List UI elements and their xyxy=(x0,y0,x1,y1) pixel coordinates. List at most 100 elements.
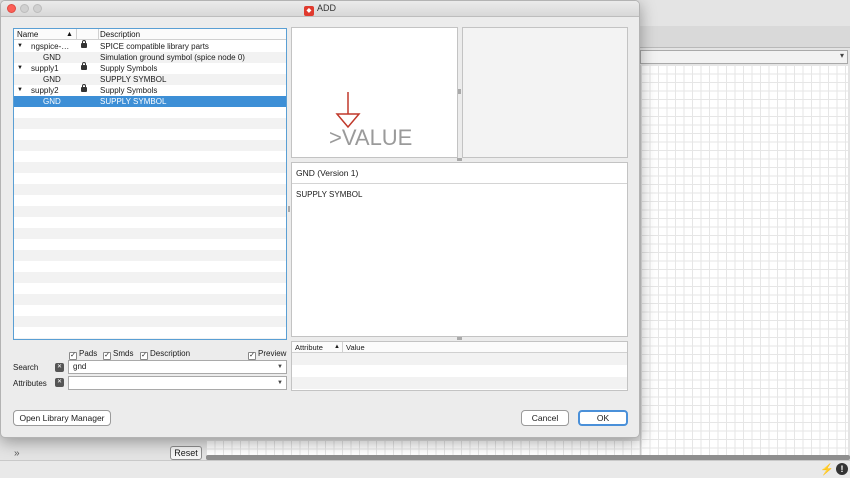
tree-row-empty xyxy=(14,195,286,206)
tree-row-name: GND xyxy=(43,97,61,106)
table-row xyxy=(292,365,627,377)
search-input-value: gnd xyxy=(73,362,87,371)
collapse-icon[interactable]: » xyxy=(14,448,20,459)
attributes-input[interactable]: ▼ xyxy=(68,376,287,390)
pads-label: Pads xyxy=(79,349,98,358)
warning-icon[interactable]: ! xyxy=(836,463,848,475)
lightning-bolt-icon[interactable]: ⚡ xyxy=(820,463,834,476)
lock-icon xyxy=(81,62,87,70)
expand-triangle-icon[interactable]: ▼ xyxy=(17,85,23,96)
column-header-description[interactable]: Description xyxy=(100,29,140,40)
description-panel: GND (Version 1) SUPPLY SYMBOL xyxy=(291,162,628,337)
tree-row-name: supply2 xyxy=(31,86,59,95)
title-bar: ◆ ADD xyxy=(1,1,639,17)
eagle-add-icon: ◆ xyxy=(303,6,314,16)
expand-triangle-icon[interactable]: ▼ xyxy=(17,41,23,52)
checkbox-checked-icon: ✓ xyxy=(69,352,77,360)
column-divider[interactable] xyxy=(342,342,343,353)
tree-row-empty xyxy=(14,129,286,140)
search-input[interactable]: gnd ▼ xyxy=(68,360,287,374)
tree-row-empty xyxy=(14,250,286,261)
chevron-down-icon: ▾ xyxy=(839,51,844,60)
reset-button[interactable]: Reset xyxy=(170,446,202,460)
clear-attributes-icon[interactable]: ✕ xyxy=(55,378,64,387)
editor-combobox[interactable]: ▾ xyxy=(640,50,848,64)
preview-checkbox[interactable]: ✓ Preview xyxy=(248,349,287,360)
lock-icon xyxy=(81,40,87,48)
table-row xyxy=(292,353,627,365)
attributes-table-header: Attribute ▲ Value xyxy=(292,342,627,353)
divider xyxy=(292,183,627,184)
symbol-preview[interactable]: >VALUE xyxy=(291,27,458,158)
device-description: SUPPLY SYMBOL xyxy=(296,190,363,199)
attributes-label: Attributes xyxy=(13,379,47,388)
window-title-text: ADD xyxy=(316,3,336,13)
status-bar xyxy=(0,460,850,478)
description-label: Description xyxy=(150,349,191,358)
search-label: Search xyxy=(13,363,39,372)
tree-row[interactable]: GND Simulation ground symbol (spice node … xyxy=(14,52,286,63)
tree-row-empty xyxy=(14,294,286,305)
chevron-down-icon[interactable]: ▼ xyxy=(277,377,283,389)
column-divider[interactable] xyxy=(98,29,99,40)
tree-row-empty xyxy=(14,107,286,118)
tree-row-empty xyxy=(14,272,286,283)
column-header-name[interactable]: Name xyxy=(17,29,38,40)
tree-row-empty xyxy=(14,316,286,327)
tree-row-description: SUPPLY SYMBOL xyxy=(100,97,167,106)
tree-row-empty xyxy=(14,338,286,339)
description-checkbox[interactable]: ✓ Description xyxy=(140,349,191,360)
tree-row-name: supply1 xyxy=(31,64,59,73)
tree-header: Name ▲ Description xyxy=(14,29,286,40)
tree-row-description: SUPPLY SYMBOL xyxy=(100,75,167,84)
cancel-button[interactable]: Cancel xyxy=(521,410,569,426)
tree-row-empty xyxy=(14,162,286,173)
splitter-handle[interactable] xyxy=(458,89,461,94)
splitter-handle[interactable] xyxy=(457,337,462,340)
splitter-handle[interactable] xyxy=(288,206,290,212)
tree-row-empty xyxy=(14,151,286,162)
chevron-down-icon[interactable]: ▼ xyxy=(277,361,283,373)
tree-row-empty xyxy=(14,228,286,239)
sort-ascending-icon: ▲ xyxy=(66,31,73,38)
attributes-table[interactable]: Attribute ▲ Value xyxy=(291,341,628,391)
library-tree[interactable]: Name ▲ Description ▼ ngspice-… SPICE compa… xyxy=(13,28,287,340)
ok-button[interactable]: OK xyxy=(578,410,628,426)
open-library-manager-button[interactable]: Open Library Manager xyxy=(13,410,111,426)
tree-row-description: SPICE compatible library parts xyxy=(100,42,209,51)
tree-row-empty xyxy=(14,206,286,217)
splitter-handle[interactable] xyxy=(457,158,462,161)
expand-triangle-icon[interactable]: ▼ xyxy=(17,63,23,74)
column-divider[interactable] xyxy=(76,29,77,40)
pads-checkbox[interactable]: ✓ Pads xyxy=(69,349,98,360)
checkbox-checked-icon: ✓ xyxy=(103,352,111,360)
tree-row[interactable]: GND SUPPLY SYMBOL xyxy=(14,96,286,107)
tree-row-description: Simulation ground symbol (spice node 0) xyxy=(100,53,245,62)
lock-icon xyxy=(81,84,87,92)
window-title: ◆ ADD xyxy=(1,3,639,16)
column-header-value[interactable]: Value xyxy=(346,342,365,353)
smds-checkbox[interactable]: ✓ Smds xyxy=(103,349,133,360)
checkbox-checked-icon: ✓ xyxy=(248,352,256,360)
tree-row-description: Supply Symbols xyxy=(100,64,158,73)
table-row xyxy=(292,377,627,389)
editor-toolbar xyxy=(640,26,850,48)
clear-search-icon[interactable]: ✕ xyxy=(55,363,64,372)
preview-label: Preview xyxy=(258,349,287,358)
tree-row[interactable]: ▼ supply2 Supply Symbols xyxy=(14,84,286,96)
package-preview[interactable] xyxy=(462,27,628,158)
tree-row-empty xyxy=(14,140,286,151)
tree-row-empty xyxy=(14,283,286,294)
tree-row-empty xyxy=(14,305,286,316)
value-placeholder: >VALUE xyxy=(329,125,413,150)
tree-row-empty xyxy=(14,261,286,272)
tree-row-empty xyxy=(14,217,286,228)
tree-row[interactable]: ▼ ngspice-… SPICE compatible library parts xyxy=(14,40,286,52)
tree-row-name: ngspice-… xyxy=(31,42,70,51)
schematic-canvas[interactable] xyxy=(640,65,848,460)
tree-row[interactable]: ▼ supply1 Supply Symbols xyxy=(14,62,286,74)
tree-row[interactable]: GND SUPPLY SYMBOL xyxy=(14,74,286,85)
tree-row-empty xyxy=(14,118,286,129)
tree-row-name: GND xyxy=(43,53,61,62)
column-header-attribute[interactable]: Attribute xyxy=(295,342,323,353)
